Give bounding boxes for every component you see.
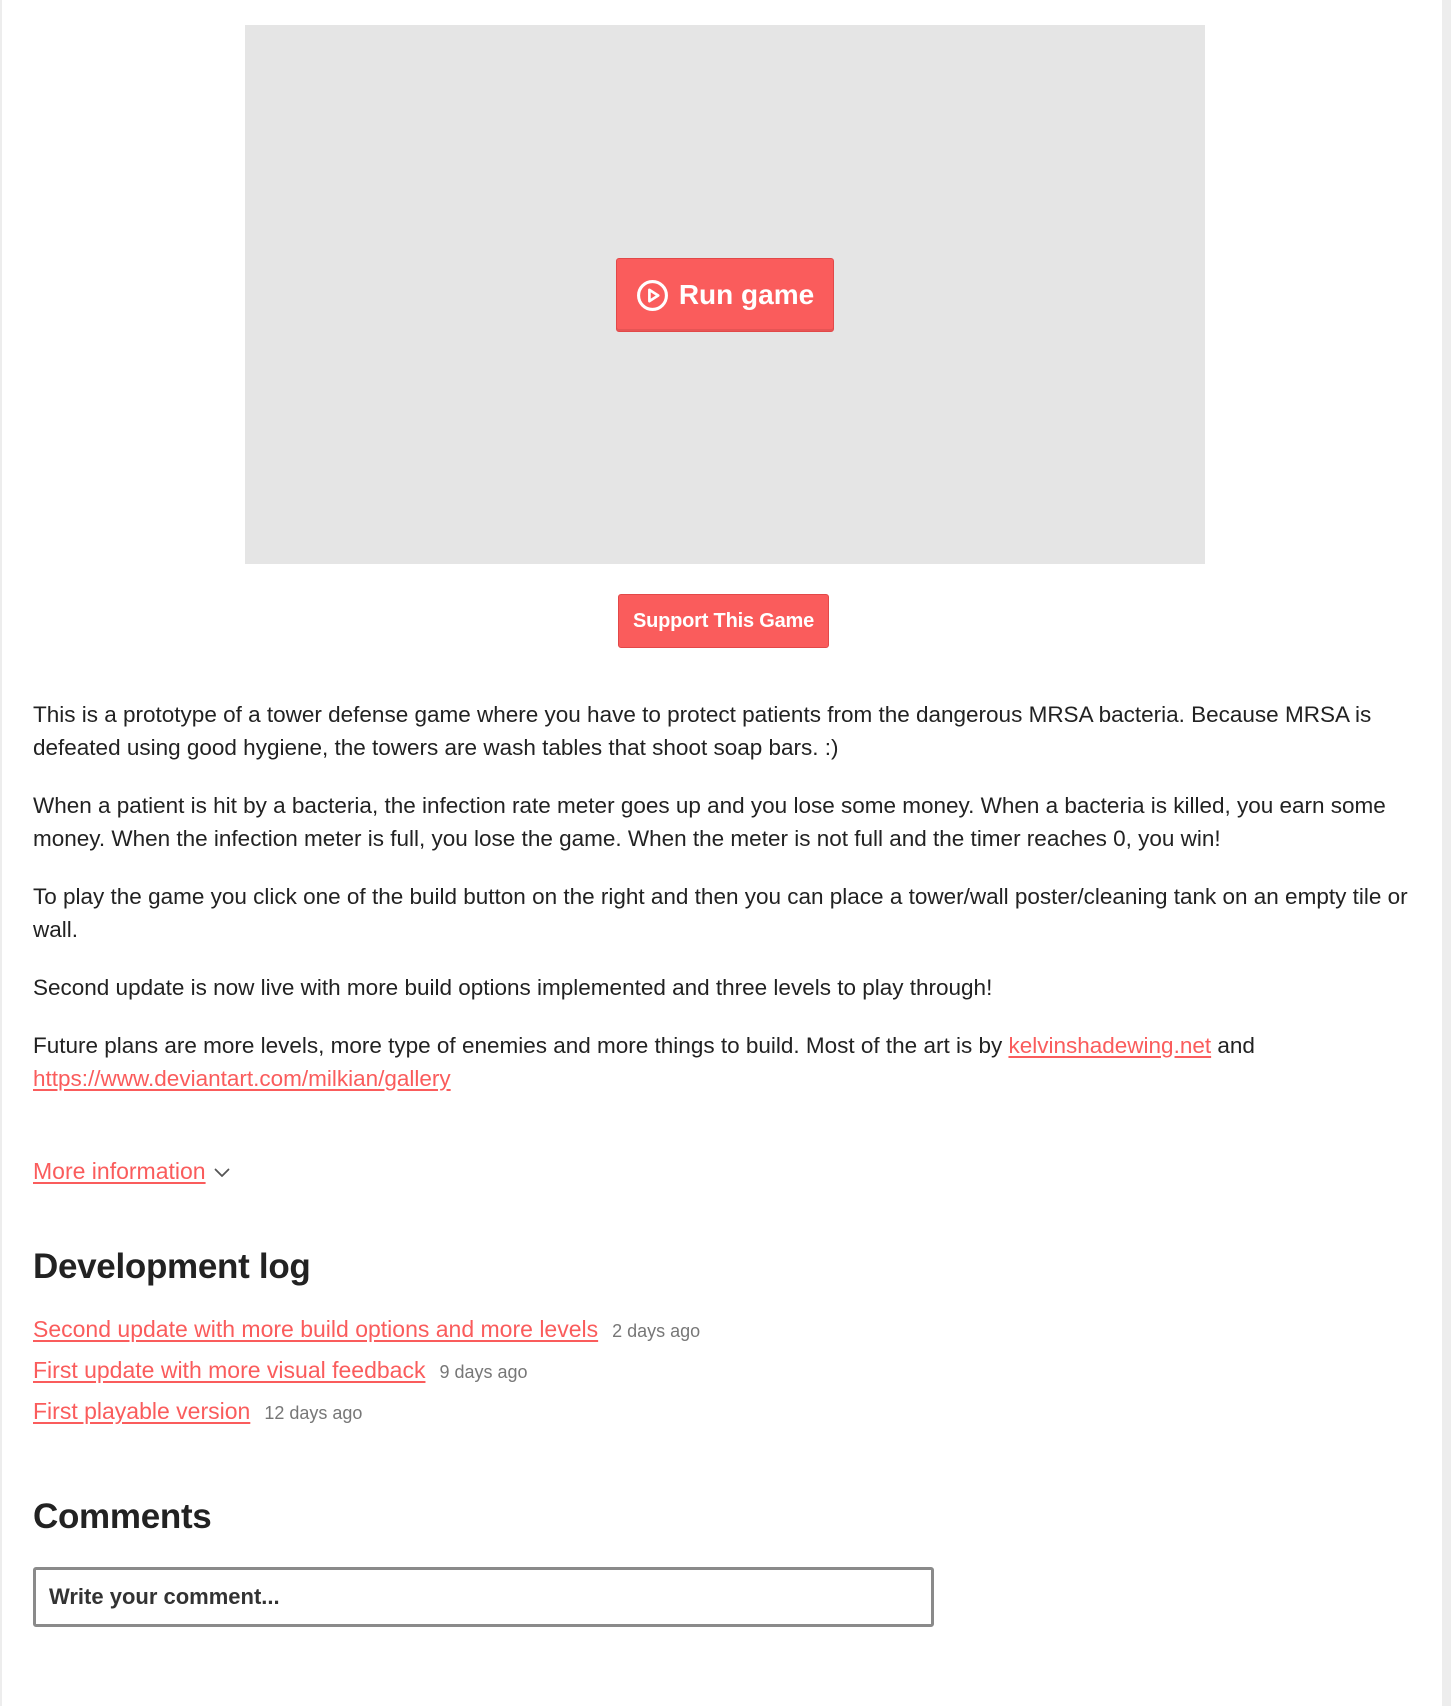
devlog-entry-link[interactable]: First playable version <box>33 1398 250 1425</box>
more-information-link[interactable]: More information <box>33 1155 206 1187</box>
devlog-heading: Development log <box>33 1247 311 1286</box>
run-game-label: Run game <box>678 279 815 310</box>
devlog-entry: First update with more visual feedback 9… <box>33 1357 700 1398</box>
devlog-entry-date: 12 days ago <box>264 1403 363 1423</box>
description-paragraph: When a patient is hit by a bacteria, the… <box>33 793 1386 851</box>
deviantart-link[interactable]: https://www.deviantart.com/milkian/galle… <box>33 1066 451 1091</box>
devlog-entry: First playable version 12 days ago <box>33 1398 700 1439</box>
devlog-entry-link[interactable]: First update with more visual feedback <box>33 1357 425 1384</box>
devlog-entry-link[interactable]: Second update with more build options an… <box>33 1316 598 1343</box>
credits-and-text: and <box>1211 1033 1255 1058</box>
game-frame: Run game <box>245 25 1205 564</box>
game-page: Run game Support This Game This is a pro… <box>2 0 1442 1706</box>
more-information-toggle[interactable]: More information <box>33 1155 230 1187</box>
description-paragraph: This is a prototype of a tower defense g… <box>33 702 1372 760</box>
chevron-down-icon <box>214 1164 230 1178</box>
description-paragraph: To play the game you click one of the bu… <box>33 884 1408 942</box>
devlog-list: Second update with more build options an… <box>33 1316 700 1439</box>
play-circle-icon <box>636 279 669 312</box>
description-credits: Future plans are more levels, more type … <box>33 1029 1423 1095</box>
credits-text: Future plans are more levels, more type … <box>33 1033 1009 1058</box>
support-game-button[interactable]: Support This Game <box>618 594 829 648</box>
game-description: This is a prototype of a tower defense g… <box>33 698 1423 1120</box>
devlog-entry-date: 2 days ago <box>612 1321 701 1341</box>
kelvinshadewing-link[interactable]: kelvinshadewing.net <box>1008 1033 1211 1058</box>
comment-input[interactable] <box>33 1567 934 1627</box>
run-game-button[interactable]: Run game <box>616 258 834 332</box>
comments-heading: Comments <box>33 1497 212 1536</box>
devlog-entry-date: 9 days ago <box>439 1362 528 1382</box>
devlog-entry: Second update with more build options an… <box>33 1316 700 1357</box>
description-paragraph: Second update is now live with more buil… <box>33 975 993 1000</box>
